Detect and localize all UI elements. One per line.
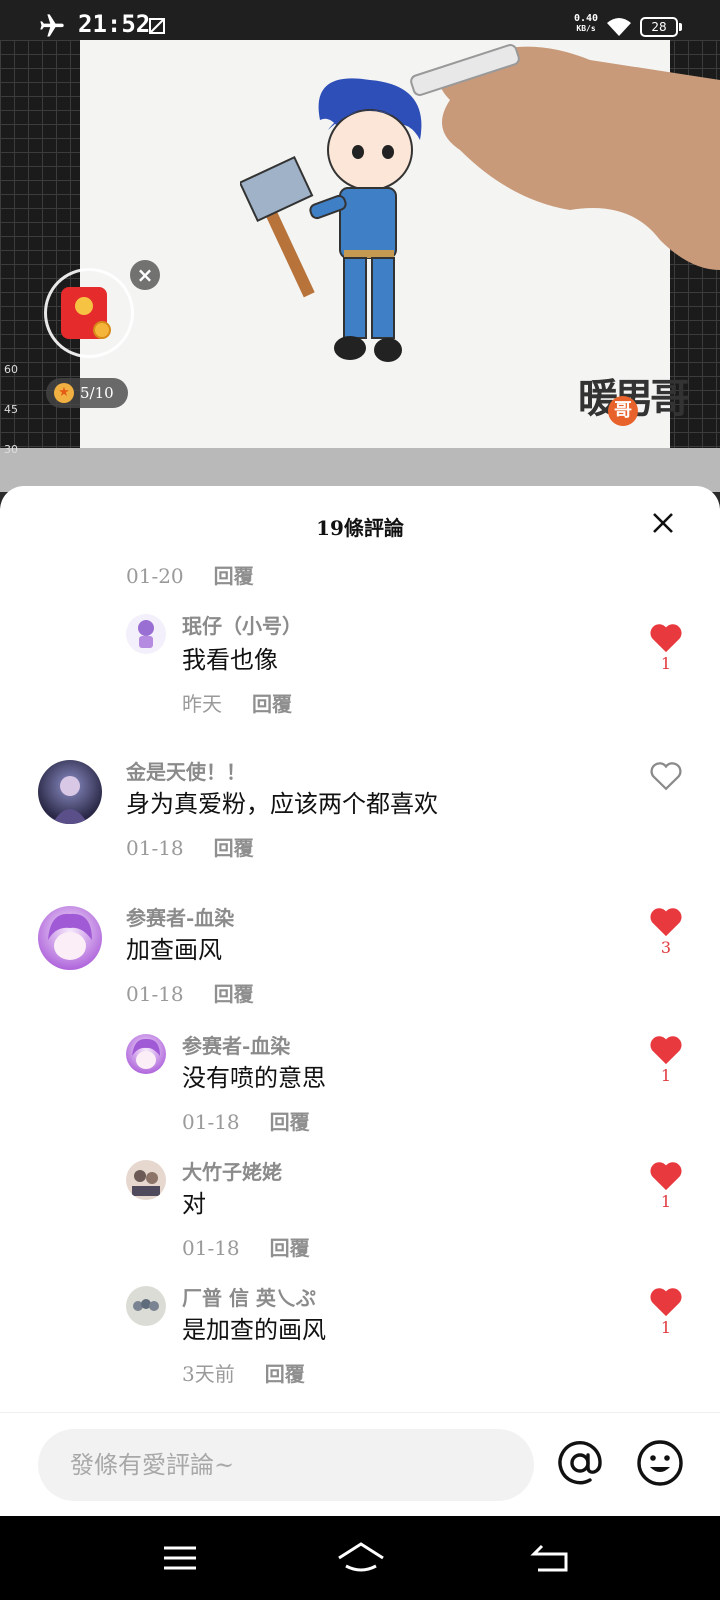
- comment-text: 身为真爱粉，应该两个都喜欢: [126, 790, 438, 818]
- comment-author[interactable]: 厂普 信 英乀ぷ: [182, 1282, 316, 1311]
- like-button[interactable]: 1: [648, 1286, 684, 1338]
- wifi-icon: [607, 18, 631, 36]
- red-packet-close-button[interactable]: ×: [130, 260, 160, 290]
- star-icon: ★: [54, 383, 74, 403]
- network-speed: 0.40 KB/s: [574, 14, 598, 34]
- comment-meta: 昨天 回覆: [182, 688, 292, 717]
- comment-meta: 01-18 回覆: [126, 832, 254, 861]
- like-button[interactable]: 1: [648, 622, 684, 674]
- menu-icon[interactable]: [160, 1540, 200, 1576]
- network-speed-unit: KB/s: [576, 24, 596, 33]
- comment-time: 01-18: [126, 836, 184, 860]
- heart-filled-icon: [650, 624, 682, 653]
- ruler-mark: 60: [4, 363, 18, 376]
- status-time: 21:52: [78, 10, 151, 38]
- reply-button[interactable]: 回覆: [214, 836, 254, 860]
- back-icon[interactable]: [530, 1540, 570, 1576]
- like-button[interactable]: [648, 760, 684, 792]
- comment-text: 是加查的画风: [182, 1316, 326, 1344]
- reply-button[interactable]: 回覆: [270, 1236, 310, 1260]
- reply-button[interactable]: 回覆: [214, 982, 254, 1006]
- comment-text: 对: [182, 1190, 206, 1218]
- red-packet-button[interactable]: [44, 268, 134, 358]
- airplane-mode-icon: [40, 14, 64, 37]
- comment-meta: 01-20 回覆: [126, 560, 254, 589]
- heart-filled-icon: [650, 1036, 682, 1065]
- comments-count-title: 19條評論: [316, 516, 404, 540]
- battery-icon: 28: [640, 17, 682, 37]
- like-button[interactable]: 1: [648, 1034, 684, 1086]
- reply-button[interactable]: 回覆: [265, 1362, 305, 1386]
- comment-author[interactable]: 大竹子姥姥: [182, 1156, 282, 1185]
- close-icon[interactable]: [650, 510, 676, 536]
- ruler-mark: 30: [4, 443, 18, 456]
- watermark-badge: 哥: [608, 396, 638, 426]
- heart-filled-icon: [650, 1162, 682, 1191]
- heart-filled-icon: [650, 1288, 682, 1317]
- comment-author[interactable]: 参赛者-血染: [182, 1030, 290, 1059]
- comment-input[interactable]: [38, 1429, 534, 1501]
- comment-meta: 01-18 回覆: [126, 978, 254, 1007]
- task-progress-pill[interactable]: ★ 5/10: [46, 378, 128, 408]
- screenshot-icon: [149, 18, 165, 34]
- status-bar: 21:52 0.40 KB/s 28: [0, 0, 720, 54]
- network-speed-value: 0.40: [574, 13, 599, 24]
- reply-button[interactable]: 回覆: [214, 564, 254, 588]
- avatar[interactable]: [126, 1034, 166, 1074]
- emoji-icon[interactable]: [634, 1437, 686, 1489]
- comment-meta: 01-18 回覆: [182, 1106, 310, 1135]
- like-button[interactable]: 3: [648, 906, 684, 958]
- avatar[interactable]: [38, 760, 102, 824]
- comment-author[interactable]: 金是天使！！: [126, 756, 246, 785]
- avatar[interactable]: [126, 1286, 166, 1326]
- comment-text: 没有喷的意思: [182, 1064, 326, 1092]
- comment-text: 我看也像: [182, 646, 278, 674]
- comment-time: 01-18: [182, 1236, 240, 1260]
- avatar[interactable]: [38, 906, 102, 970]
- comment-time: 01-18: [182, 1110, 240, 1134]
- comment-list[interactable]: 01-20回覆 珉仔（小号） 我看也像 昨天回覆 1 金是天使！！ 身为真爱: [0, 556, 720, 1396]
- ruler-marks: 60 45 30: [4, 350, 18, 470]
- video-player[interactable]: 暖男哥 哥 60 45 30: [0, 0, 720, 492]
- artist-hand: [410, 44, 720, 270]
- like-count: 1: [660, 654, 672, 673]
- system-nav-bar: [0, 1516, 720, 1600]
- task-progress-count: 5/10: [80, 384, 114, 402]
- reply-button[interactable]: 回覆: [270, 1110, 310, 1134]
- comment-author[interactable]: 珉仔（小号）: [182, 610, 302, 639]
- like-count: 1: [660, 1066, 672, 1085]
- battery-level: 28: [651, 20, 667, 34]
- home-icon[interactable]: [336, 1540, 386, 1576]
- avatar[interactable]: [126, 1160, 166, 1200]
- channel-watermark: 暖男哥 哥: [578, 366, 690, 426]
- heart-outline-icon: [650, 762, 682, 791]
- like-count: 3: [660, 938, 672, 957]
- ruler-mark: 45: [4, 403, 18, 416]
- comment-time: 01-20: [126, 564, 184, 588]
- like-button[interactable]: 1: [648, 1160, 684, 1212]
- comment-time: 01-18: [126, 982, 184, 1006]
- coin-icon: [93, 321, 111, 339]
- mention-at-icon[interactable]: [554, 1437, 606, 1489]
- heart-filled-icon: [650, 908, 682, 937]
- comment-text: 加查画风: [126, 936, 222, 964]
- comment-time: 3天前: [182, 1362, 235, 1386]
- like-count: 1: [660, 1192, 672, 1211]
- comment-meta: 3天前 回覆: [182, 1358, 305, 1387]
- avatar[interactable]: [126, 614, 166, 654]
- like-count: 1: [660, 1318, 672, 1337]
- comment-time: 昨天: [182, 692, 222, 716]
- comment-author[interactable]: 参赛者-血染: [126, 902, 234, 931]
- comment-meta: 01-18 回覆: [182, 1232, 310, 1261]
- reply-button[interactable]: 回覆: [252, 692, 292, 716]
- comment-input-bar: [0, 1412, 720, 1517]
